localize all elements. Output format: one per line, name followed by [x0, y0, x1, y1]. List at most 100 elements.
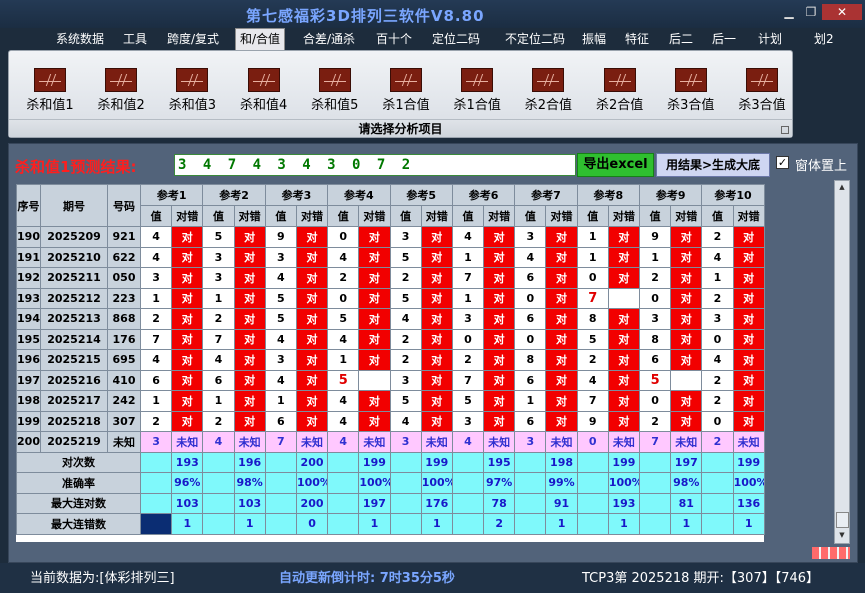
menu-item-10[interactable]: 后二 — [665, 30, 697, 49]
ribbon-button-9[interactable]: 杀3合值 — [656, 65, 726, 117]
row-num: 176 — [107, 328, 141, 350]
restore-icon[interactable]: ❐ — [800, 4, 822, 20]
menu-item-2[interactable]: 跨度/复式 — [163, 30, 223, 49]
ref-value: 3 — [202, 246, 235, 268]
ref-header-4: 参考5 — [389, 184, 453, 206]
hit-cell: 对 — [420, 328, 453, 350]
stat-value: 199 — [607, 451, 641, 473]
hit-cell: 对 — [732, 246, 765, 268]
table-row[interactable]: 191 2025210 622 4 对 3 对 3 对 4 对 5 对 1 对 4 对 1 对 1 对 4 对 — [16, 246, 765, 268]
table-row[interactable]: 197 2025216 410 6 对 6 对 4 对 5 3 对 7 对 6 对 4 对 5 2 对 — [16, 369, 765, 391]
ref-value: 7 — [451, 369, 485, 391]
always-on-top-label: 窗体置上 — [795, 159, 848, 174]
always-on-top-checkbox[interactable]: ✓ — [776, 156, 789, 169]
result-label: 杀和值1预测结果: — [15, 158, 137, 176]
menu-item-7[interactable]: 不定位二码 — [501, 30, 569, 49]
hit-cell: 对 — [358, 410, 391, 432]
ribbon-button-0[interactable]: 杀和值1 — [15, 65, 85, 117]
expand-icon[interactable] — [781, 126, 789, 134]
menu-item-3[interactable]: 和/合值 — [235, 28, 286, 50]
stat-value: 100% — [358, 472, 391, 494]
vertical-scrollbar[interactable]: ▲ ▼ — [834, 180, 850, 544]
scroll-up-icon[interactable]: ▲ — [837, 183, 847, 193]
check-subheader: 对错 — [607, 205, 641, 227]
ref-header-0: 参考1 — [139, 184, 204, 206]
ribbon-button-4[interactable]: 杀和值5 — [300, 65, 370, 117]
hit-cell: 对 — [358, 287, 391, 309]
ref-value: 2 — [139, 308, 173, 330]
row-seq: 198 — [16, 390, 41, 412]
menu-item-1[interactable]: 工具 — [119, 30, 151, 49]
pending-value: 2 — [701, 431, 734, 453]
ribbon-button-3[interactable]: 杀和值4 — [229, 65, 299, 117]
generate-base-button[interactable]: 用结果>生成大底 — [656, 153, 770, 177]
check-subheader: 对错 — [420, 205, 453, 227]
stat-value: 193 — [607, 492, 641, 514]
hit-cell: 对 — [171, 246, 204, 268]
hit-cell: 对 — [233, 246, 266, 268]
ref-value: 4 — [514, 246, 547, 268]
menu-item-11[interactable]: 后一 — [708, 30, 740, 49]
table-row[interactable]: 190 2025209 921 4 对 5 对 9 对 0 对 3 对 4 对 3 对 1 对 9 对 2 对 — [16, 226, 765, 248]
ref-value: 2 — [638, 267, 672, 289]
scroll-down-icon[interactable]: ▼ — [837, 531, 847, 541]
close-icon[interactable]: ✕ — [822, 4, 862, 20]
value-subheader: 值 — [576, 205, 609, 227]
pending-check: 未知 — [420, 431, 453, 453]
stat-spacer — [701, 472, 734, 494]
menu-item-9[interactable]: 特征 — [621, 30, 653, 49]
ribbon-button-6[interactable]: 杀1合值 — [442, 65, 512, 117]
table-row[interactable]: 194 2025213 868 2 对 2 对 5 对 5 对 4 对 3 对 6 对 8 对 3 对 3 对 — [16, 308, 765, 330]
menu-item-13[interactable]: 划2 — [810, 30, 838, 49]
ref-value: 1 — [327, 349, 360, 371]
row-num: 695 — [107, 349, 141, 371]
ribbon-panel: 请选择分析项目 杀和值1 杀和值2 杀和值3 杀和值4 杀和值5 杀1合值 杀1合值 杀2合值… — [8, 50, 793, 138]
value-subheader: 值 — [264, 205, 297, 227]
table-row[interactable]: 196 2025215 695 4 对 4 对 3 对 1 对 2 对 2 对 8 对 2 对 6 对 4 对 — [16, 349, 765, 371]
pending-value: 4 — [327, 431, 360, 453]
ref-value: 6 — [264, 410, 297, 432]
menu-item-0[interactable]: 系统数据 — [52, 30, 108, 49]
hit-cell: 对 — [670, 349, 703, 371]
menu-item-5[interactable]: 百十个 — [372, 30, 416, 49]
ref-value: 8 — [638, 328, 672, 350]
hit-cell: 对 — [295, 308, 329, 330]
table-row[interactable]: 195 2025214 176 7 对 7 对 4 对 4 对 2 对 0 对 0 对 5 对 8 对 0 对 — [16, 328, 765, 350]
pending-row[interactable]: 200 2025219 未知 3 未知 4 未知 7 未知 4 未知 3 未知 4 未知 3 未知 0 未知 7 未知 2… — [16, 431, 765, 453]
stat-value: 100% — [607, 472, 641, 494]
ribbon-button-10[interactable]: 杀3合值 — [727, 65, 797, 117]
ref-value: 7 — [202, 328, 235, 350]
stat-spacer — [202, 472, 235, 494]
minimize-icon[interactable]: ▁ — [778, 4, 800, 20]
stat-spacer — [264, 451, 297, 473]
stat-spacer — [327, 492, 360, 514]
ref-value: 1 — [701, 267, 734, 289]
ribbon-button-8[interactable]: 杀2合值 — [585, 65, 655, 117]
table-row[interactable]: 199 2025218 307 2 对 2 对 6 对 4 对 4 对 3 对 6 对 9 对 2 对 0 对 — [16, 410, 765, 432]
menu-item-4[interactable]: 合差/通杀 — [299, 30, 359, 49]
stat-spacer — [701, 513, 734, 535]
scroll-thumb[interactable] — [836, 512, 849, 528]
stat-spacer — [451, 513, 485, 535]
ribbon-button-label: 杀和值2 — [97, 98, 145, 113]
countdown-status: 自动更新倒计时: 7时35分5秒 — [279, 571, 455, 586]
table-row[interactable]: 198 2025217 242 1 对 1 对 1 对 4 对 5 对 5 对 1 对 7 对 0 对 2 对 — [16, 390, 765, 412]
table-row[interactable]: 192 2025211 050 3 对 3 对 4 对 2 对 2 对 7 对 6 对 0 对 2 对 1 对 — [16, 267, 765, 289]
hit-cell: 对 — [358, 246, 391, 268]
menu-item-12[interactable]: 计划 — [754, 30, 786, 49]
pending-seq: 200 — [16, 431, 41, 453]
ribbon-button-7[interactable]: 杀2合值 — [513, 65, 583, 117]
row-issue: 2025217 — [40, 390, 108, 412]
menu-item-6[interactable]: 定位二码 — [428, 30, 484, 49]
ribbon-button-1[interactable]: 杀和值2 — [86, 65, 156, 117]
chart-icon — [461, 68, 494, 92]
menu-item-8[interactable]: 振幅 — [578, 30, 610, 49]
ref-value: 4 — [389, 410, 422, 432]
data-source-status: 当前数据为:[体彩排列三] — [30, 571, 175, 586]
ribbon-button-5[interactable]: 杀1合值 — [371, 65, 441, 117]
hit-cell: 对 — [607, 328, 641, 350]
table-row[interactable]: 193 2025212 223 1 对 1 对 5 对 0 对 5 对 1 对 0 对 7 0 对 2 对 — [16, 287, 765, 309]
export-excel-button[interactable]: 导出excel — [577, 153, 654, 177]
ribbon-button-2[interactable]: 杀和值3 — [157, 65, 227, 117]
result-field[interactable]: 3 4 7 4 3 4 3 0 7 2 — [174, 154, 576, 176]
